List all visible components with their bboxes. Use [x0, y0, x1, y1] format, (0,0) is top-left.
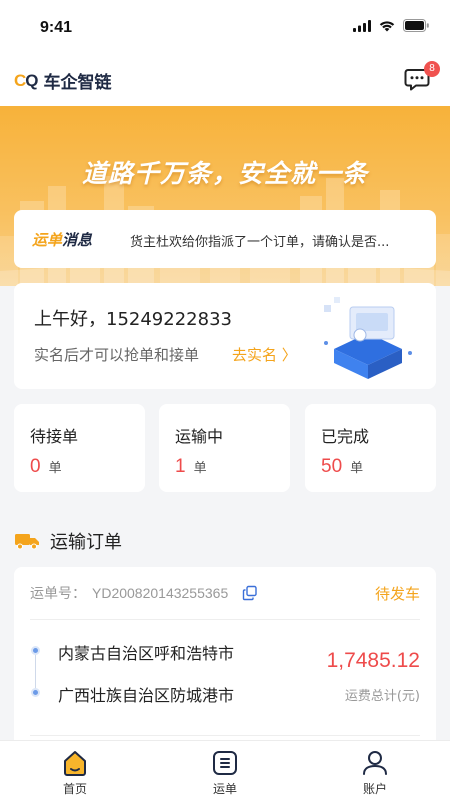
verification-illustration	[324, 297, 412, 379]
route-connector	[35, 651, 36, 691]
greeting-subtitle: 实名后才可以抢单和接单	[34, 346, 200, 364]
divider	[30, 735, 420, 736]
signal-icon	[353, 19, 371, 32]
truck-icon	[15, 534, 39, 550]
order-number-row: 运单号： YD200820143255365	[30, 583, 258, 603]
wifi-icon	[379, 20, 395, 31]
freight-total: 1,7485.12	[326, 649, 420, 672]
stat-unit: 单	[193, 461, 207, 476]
waybill-notice-bar[interactable]: 运单消息 货主杜欢给你指派了一个订单，请确认是否...	[14, 210, 436, 268]
greeting-title: 上午好，15249222833	[34, 309, 232, 330]
stat-unit: 单	[48, 461, 62, 476]
order-number-label: 运单号：	[30, 585, 86, 601]
bottom-tab-bar: 首页 运单 账户	[0, 740, 450, 800]
stat-label: 已完成	[321, 427, 370, 446]
tab-label: 账户	[362, 782, 387, 796]
notice-tag: 运单消息	[32, 231, 93, 249]
logo-mark: CQ	[14, 70, 39, 90]
home-icon	[64, 751, 86, 776]
account-icon	[363, 751, 387, 775]
tab-label: 首页	[62, 782, 87, 796]
stat-value-row: 1 单	[175, 456, 207, 478]
tab-label: 运单	[212, 782, 237, 796]
message-badge: 8	[424, 61, 440, 77]
stat-card-completed[interactable]: 已完成 50 单	[305, 404, 436, 492]
status-bar: 9:41	[0, 0, 450, 56]
verify-identity-link[interactable]: 去实名 〉	[232, 344, 297, 365]
app-name: 车企智链	[43, 73, 112, 93]
status-icons	[353, 19, 430, 32]
freight-total-label: 运费总计(元)	[344, 689, 420, 704]
messages-button[interactable]: 8	[404, 61, 440, 94]
stat-card-pending[interactable]: 待接单 0 单	[14, 404, 145, 492]
order-card[interactable]: 运单号： YD200820143255365 待发车 内蒙古自治区呼和浩特市 广…	[14, 567, 436, 767]
app-logo: CQ 车企智链	[14, 68, 112, 94]
tab-account[interactable]: 账户	[300, 741, 450, 800]
origin-dot-icon	[31, 646, 40, 655]
greeting-card: 上午好，15249222833 实名后才可以抢单和接单 去实名 〉	[14, 283, 436, 389]
stat-unit: 单	[350, 461, 364, 476]
route-destination: 广西壮族自治区防城港市	[58, 686, 235, 705]
tab-waybill[interactable]: 运单	[150, 741, 300, 800]
notice-text: 货主杜欢给你指派了一个订单，请确认是否...	[130, 235, 390, 250]
stat-card-in-transit[interactable]: 运输中 1 单	[159, 404, 290, 492]
divider	[30, 619, 420, 620]
tab-home[interactable]: 首页	[0, 741, 150, 800]
status-time: 9:41	[40, 19, 73, 36]
stat-label: 待接单	[30, 427, 79, 446]
order-status: 待发车	[374, 585, 420, 603]
battery-icon	[403, 19, 429, 32]
route-origin: 内蒙古自治区呼和浩特市	[58, 644, 235, 663]
banner-slogan: 道路千万条，安全就一条	[81, 159, 368, 188]
stat-value-row: 50 单	[321, 456, 363, 478]
stat-value-row: 0 单	[30, 456, 62, 478]
section-title: 运输订单	[50, 532, 122, 553]
waybill-icon	[213, 751, 237, 775]
stat-label: 运输中	[175, 427, 224, 446]
transport-orders-header: 运输订单	[14, 528, 122, 554]
order-number: YD200820143255365	[92, 585, 229, 601]
app-header: CQ 车企智链 8	[0, 56, 450, 106]
stat-value: 0	[30, 456, 41, 477]
stat-value: 50	[321, 456, 343, 477]
copy-icon[interactable]	[242, 585, 258, 601]
destination-dot-icon	[31, 688, 40, 697]
stat-value: 1	[175, 456, 186, 477]
